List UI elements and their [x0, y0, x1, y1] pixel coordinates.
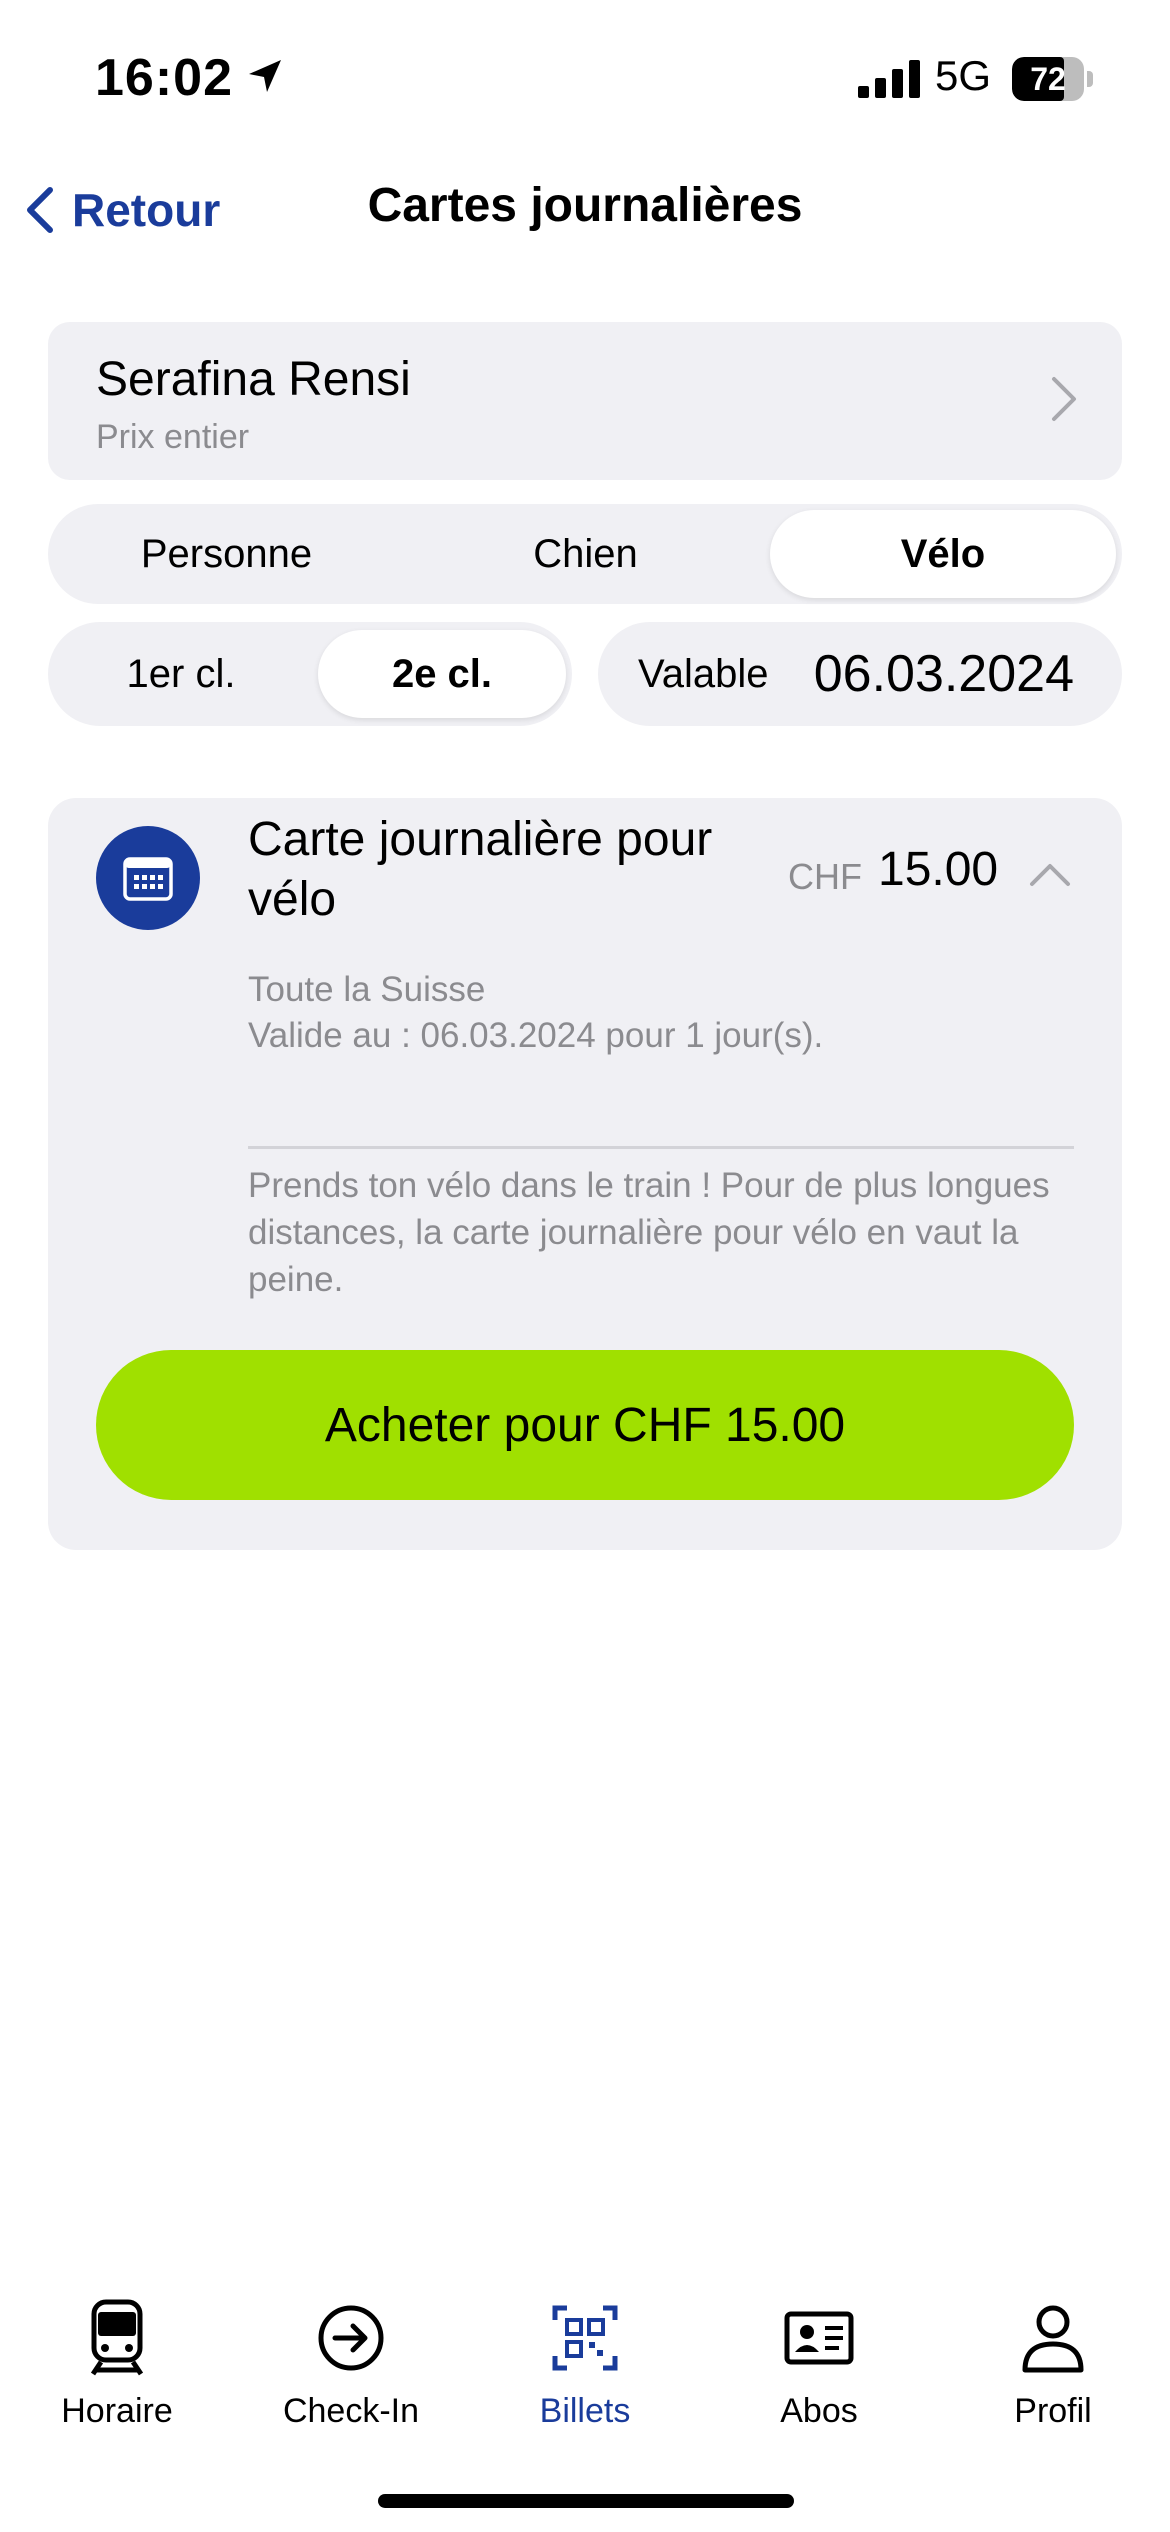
validity-date: 06.03.2024 [813, 645, 1074, 703]
ticket-zone: Toute la Suisse [248, 970, 486, 1009]
segment-velo[interactable]: Vélo [770, 510, 1116, 598]
ticket-title: Carte journalière pour vélo [248, 813, 713, 926]
location-arrow-icon [249, 60, 281, 92]
battery-level: 72 [1030, 61, 1066, 97]
id-card-icon [784, 2311, 854, 2365]
segment-chien[interactable]: Chien [413, 510, 758, 598]
ticket-description: Prends ton vélo dans le train ! Pour de … [248, 1166, 1050, 1299]
signal-icon [858, 60, 920, 98]
segment-personne[interactable]: Personne [54, 510, 399, 598]
status-bar: 16:02 5G 72 [0, 0, 1170, 150]
ticket-card: Carte journalière pour vélo CHF 15.00 To… [48, 798, 1122, 1550]
tab-bar: Horaire Check-In Billets Abos Profil [0, 2280, 1170, 2450]
network-label: 5G [935, 52, 992, 99]
segment-first-class[interactable]: 1er cl. [54, 630, 308, 718]
chevron-right-icon [1052, 377, 1076, 421]
tab-profil[interactable]: Profil [936, 2280, 1170, 2450]
battery-icon: 72 [1012, 57, 1093, 101]
tab-abos[interactable]: Abos [702, 2280, 936, 2450]
person-icon [1022, 2305, 1084, 2373]
train-icon [90, 2299, 144, 2376]
passenger-name: Serafina Rensi [96, 353, 411, 406]
divider [248, 1146, 1074, 1149]
validity-label: Valable [638, 652, 769, 696]
tab-label: Check-In [282, 2392, 420, 2430]
status-time: 16:02 [95, 49, 233, 107]
passenger-fare: Prix entier [96, 418, 250, 456]
tab-check-in[interactable]: Check-In [234, 2280, 468, 2450]
chevron-up-icon[interactable] [1028, 860, 1072, 888]
tab-billets[interactable]: Billets [468, 2280, 702, 2450]
check-in-arrow-icon [318, 2305, 384, 2371]
ticket-validity: Valide au : 06.03.2024 pour 1 jour(s). [248, 1016, 824, 1055]
tab-label: Profil [1014, 2392, 1092, 2430]
home-indicator[interactable] [378, 2494, 794, 2508]
validity-date-picker[interactable]: Valable 06.03.2024 [598, 622, 1122, 726]
type-segmented-control: Personne Chien Vélo [48, 504, 1122, 604]
tab-label: Abos [780, 2392, 858, 2430]
ticket-currency: CHF [788, 856, 862, 897]
page-title: Cartes journalières [367, 179, 803, 232]
class-segmented-control: 1er cl. 2e cl. [48, 622, 572, 726]
ticket-icon-badge [96, 826, 200, 930]
ticket-price: 15.00 [878, 843, 999, 896]
segment-second-class[interactable]: 2e cl. [318, 630, 566, 718]
passenger-selector[interactable]: Serafina Rensi Prix entier [48, 322, 1122, 480]
tab-label: Billets [539, 2392, 631, 2430]
calendar-icon [123, 857, 173, 901]
qr-ticket-icon [552, 2305, 618, 2371]
buy-button[interactable]: Acheter pour CHF 15.00 [96, 1350, 1074, 1500]
tab-label: Horaire [61, 2392, 173, 2430]
tab-horaire[interactable]: Horaire [0, 2280, 234, 2450]
